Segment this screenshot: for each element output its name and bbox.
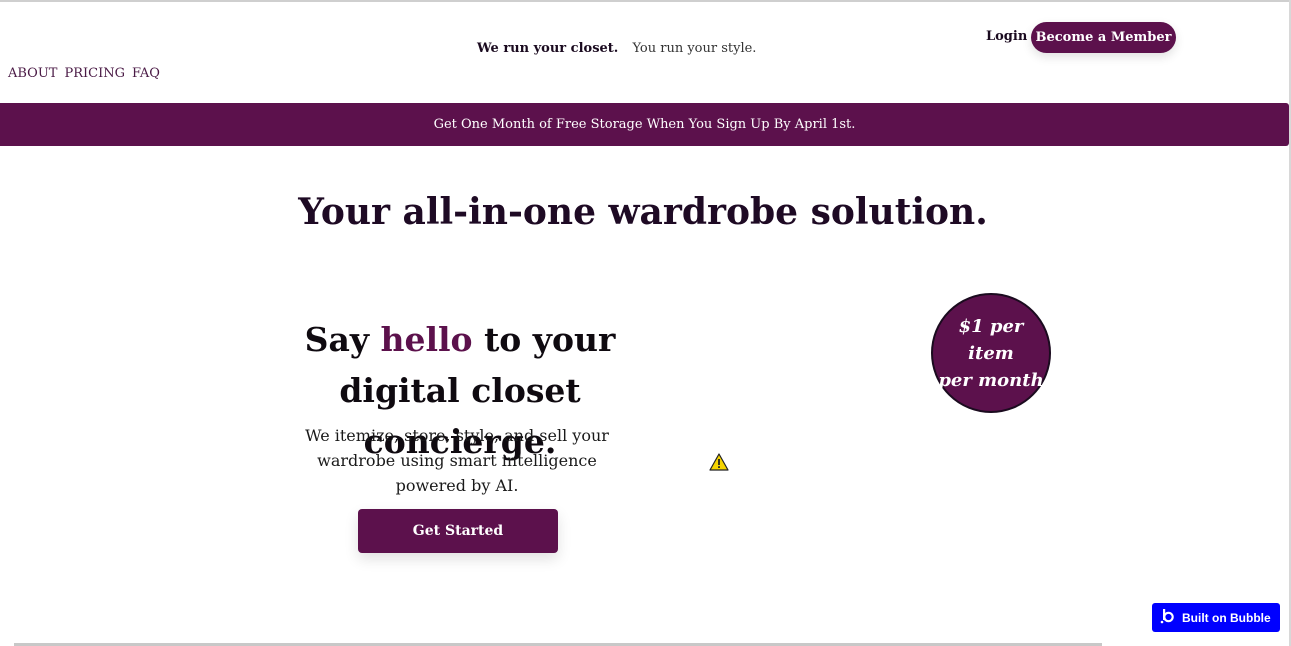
become-member-button[interactable]: Become a Member — [1031, 22, 1176, 53]
hero-title-pre: Say — [304, 320, 381, 359]
get-started-button[interactable]: Get Started — [358, 509, 558, 553]
login-link[interactable]: Login — [986, 29, 1027, 44]
nav-link-faq[interactable]: FAQ — [132, 66, 160, 81]
promo-text: Get One Month of Free Storage When You S… — [433, 117, 856, 132]
price-badge-line2: per month — [938, 369, 1044, 391]
top-divider — [0, 0, 1291, 2]
hero-title-accent: hello — [380, 320, 473, 359]
price-badge-line1: $1 per item — [958, 315, 1024, 364]
hero-subtitle: We itemize, store, style, and sell your … — [305, 426, 609, 495]
tagline: We run your closet. You run your style. — [477, 41, 756, 56]
promo-banner: Get One Month of Free Storage When You S… — [0, 103, 1289, 146]
tagline-light: You run your style. — [632, 41, 757, 56]
nav-link-pricing[interactable]: PRICING — [64, 66, 125, 81]
tagline-strong: We run your closet. — [477, 41, 619, 56]
bubble-badge-label: Built on Bubble — [1182, 610, 1271, 625]
price-badge: $1 per item per month — [931, 293, 1051, 413]
main-nav: ABOUT PRICING FAQ — [8, 66, 160, 81]
page-headline: Your all-in-one wardrobe solution. — [298, 191, 988, 233]
built-on-bubble-badge[interactable]: Built on Bubble — [1152, 603, 1280, 632]
warning-triangle-icon — [709, 453, 729, 471]
bubble-logo-icon — [1160, 608, 1176, 627]
nav-link-about[interactable]: ABOUT — [8, 66, 57, 81]
page: We run your closet. You run your style. … — [0, 0, 1291, 646]
